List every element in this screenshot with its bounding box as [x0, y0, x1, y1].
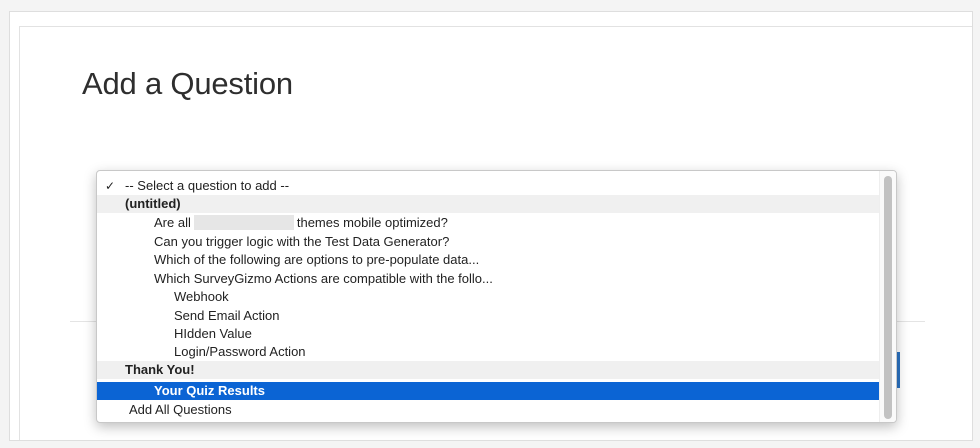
option-label: Which SurveyGizmo Actions are compatible…: [154, 271, 493, 286]
optgroup-untitled: (untitled): [97, 195, 879, 213]
optgroup-label: Thank You!: [125, 362, 195, 377]
option-question-2[interactable]: Can you trigger logic with the Test Data…: [97, 233, 879, 251]
option-label: Your Quiz Results: [154, 383, 265, 398]
question-select-dropdown[interactable]: ✓ -- Select a question to add -- (untitl…: [96, 170, 897, 423]
option-your-quiz-results[interactable]: Your Quiz Results: [97, 382, 879, 400]
option-label: Add All Questions: [129, 402, 232, 417]
option-label: Which of the following are options to pr…: [154, 252, 480, 267]
option-label-end: themes mobile optimized?: [296, 215, 448, 230]
option-label: Can you trigger logic with the Test Data…: [154, 234, 450, 249]
option-question-4[interactable]: Which SurveyGizmo Actions are compatible…: [97, 270, 879, 288]
checkmark-icon: ✓: [105, 179, 116, 193]
redacted-text: [193, 215, 294, 230]
option-question-1[interactable]: Are all themes mobile optimized?: [97, 214, 879, 232]
scrollbar-thumb[interactable]: [884, 176, 892, 419]
option-label: -- Select a question to add --: [125, 178, 290, 193]
select-focus-edge: [897, 352, 900, 388]
option-hidden-value[interactable]: HIdden Value: [97, 325, 879, 343]
option-webhook[interactable]: Webhook: [97, 288, 879, 306]
option-placeholder[interactable]: ✓ -- Select a question to add --: [97, 177, 879, 195]
option-label-start: Are all: [154, 215, 191, 230]
optgroup-thank-you: Thank You!: [97, 361, 879, 379]
option-label: Send Email Action: [174, 308, 280, 323]
option-label: Webhook: [174, 289, 229, 304]
option-label: Login/Password Action: [174, 344, 306, 359]
page-title: Add a Question: [82, 66, 293, 101]
option-add-all-questions[interactable]: Add All Questions: [97, 401, 879, 419]
dropdown-scrollbar[interactable]: [879, 171, 896, 422]
option-question-3[interactable]: Which of the following are options to pr…: [97, 251, 879, 269]
page-frame: Add a Question ✓ -- Select a question to…: [0, 0, 980, 448]
optgroup-label: (untitled): [125, 196, 181, 211]
option-login-password-action[interactable]: Login/Password Action: [97, 343, 879, 361]
option-send-email-action[interactable]: Send Email Action: [97, 307, 879, 325]
option-label: HIdden Value: [174, 326, 252, 341]
